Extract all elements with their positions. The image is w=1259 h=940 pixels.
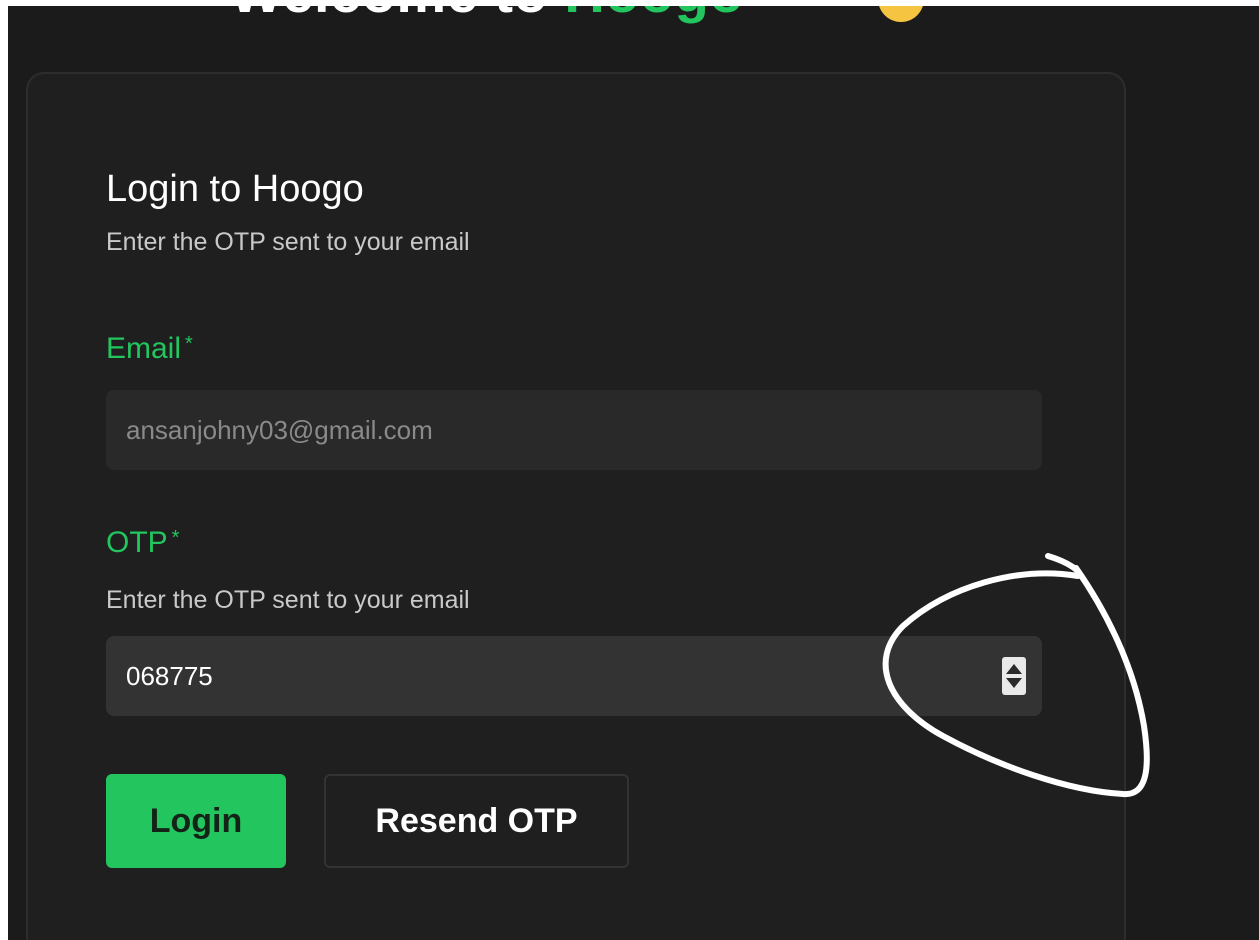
login-card: Login to Hoogo Enter the OTP sent to you…: [26, 72, 1126, 940]
page-viewport: Welcome to Hoogo Login to Hoogo Enter th…: [8, 6, 1259, 940]
otp-input[interactable]: 068775: [106, 636, 1042, 716]
email-label: Email *: [106, 332, 193, 366]
spinner-up-icon[interactable]: [1006, 664, 1022, 674]
spinner-down-icon[interactable]: [1006, 678, 1022, 688]
email-required-mark: *: [185, 333, 193, 355]
welcome-heading: Welcome to Hoogo: [230, 6, 744, 25]
email-label-text: Email: [106, 332, 182, 365]
otp-label-text: OTP: [106, 526, 168, 559]
otp-value: 068775: [126, 660, 213, 691]
up-down-spinner-icon[interactable]: [1002, 657, 1026, 695]
otp-help-text: Enter the OTP sent to your email: [106, 586, 470, 614]
resend-otp-button[interactable]: Resend OTP: [324, 774, 629, 868]
card-subtitle: Enter the OTP sent to your email: [106, 228, 470, 256]
waving-hand-icon: [878, 6, 924, 22]
login-button[interactable]: Login: [106, 774, 286, 868]
card-title: Login to Hoogo: [106, 168, 364, 210]
email-value: ansanjohny03@gmail.com: [126, 414, 433, 445]
email-field[interactable]: ansanjohny03@gmail.com: [106, 390, 1042, 470]
welcome-prefix: Welcome to: [230, 6, 564, 24]
otp-required-mark: *: [171, 527, 180, 549]
otp-label: OTP *: [106, 526, 179, 560]
welcome-brand: Hoogo: [564, 6, 744, 24]
